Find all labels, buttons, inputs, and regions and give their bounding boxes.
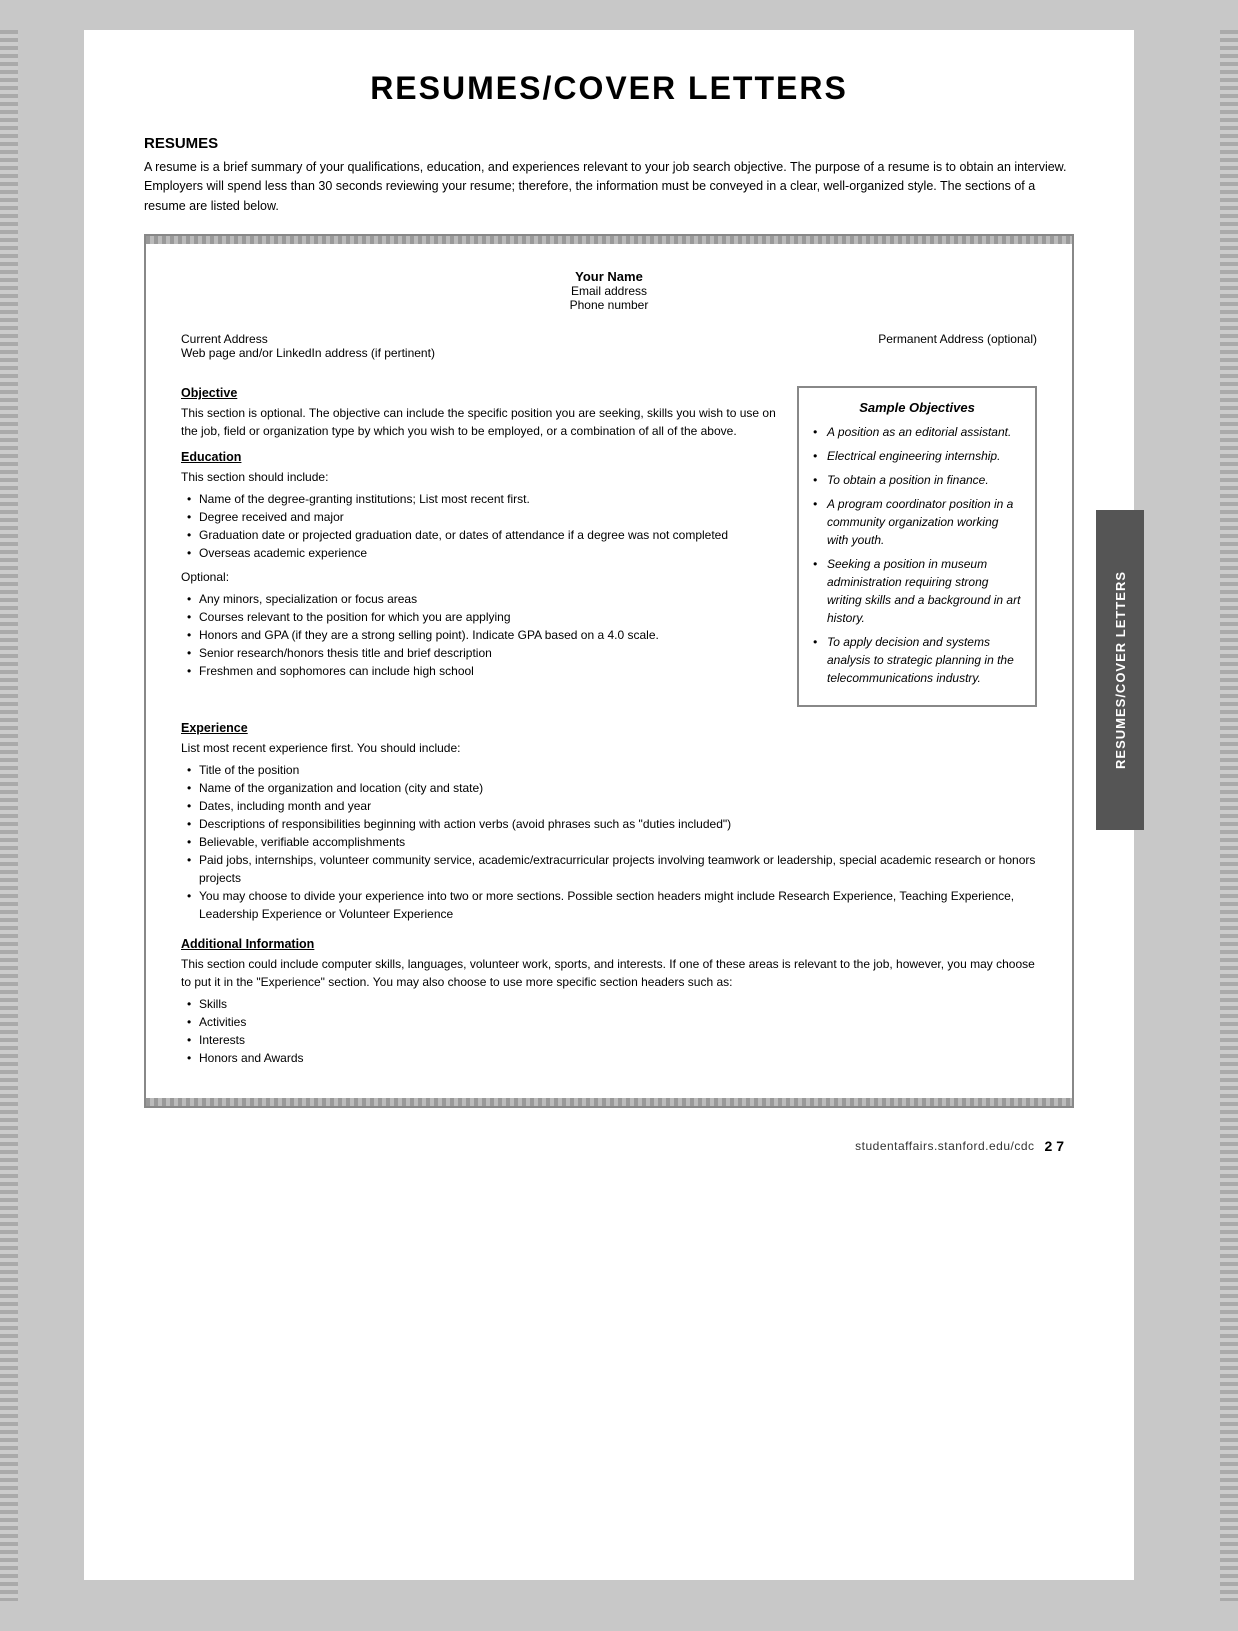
objective-text: This section is optional. The objective … (181, 404, 779, 440)
exp-bullet-2: Name of the organization and location (c… (191, 779, 1037, 797)
current-address-label: Current Address (181, 332, 435, 346)
sample-obj-5: Seeking a position in museum administrat… (813, 555, 1021, 627)
sample-obj-6: To apply decision and systems analysis t… (813, 633, 1021, 687)
additional-list: Skills Activities Interests Honors and A… (181, 995, 1037, 1067)
page-title: RESUMES/COVER LETTERS (144, 70, 1074, 107)
sample-objectives-list: A position as an editorial assistant. El… (813, 423, 1021, 687)
sample-objectives-title: Sample Objectives (813, 400, 1021, 415)
side-tab-text: RESUMES/COVER LETTERS (1113, 571, 1128, 769)
education-intro: This section should include: (181, 468, 779, 486)
education-bullet-3: Graduation date or projected graduation … (191, 526, 779, 544)
education-opt-bullet-5: Freshmen and sophomores can include high… (191, 662, 779, 680)
additional-section: Additional Information This section coul… (181, 937, 1037, 1067)
resume-left-col: Objective This section is optional. The … (181, 376, 779, 707)
exp-bullet-5: Believable, verifiable accomplishments (191, 833, 1037, 851)
experience-section: Experience List most recent experience f… (181, 721, 1037, 923)
resume-name: Your Name (181, 269, 1037, 284)
experience-title: Experience (181, 721, 1037, 735)
add-bullet-4: Honors and Awards (191, 1049, 1037, 1067)
intro-paragraph: A resume is a brief summary of your qual… (144, 158, 1074, 216)
permanent-address-label: Permanent Address (optional) (878, 332, 1037, 360)
sample-objectives-box: Sample Objectives A position as an edito… (797, 386, 1037, 707)
address-row: Current Address Web page and/or LinkedIn… (181, 332, 1037, 360)
resume-email: Email address (181, 284, 1037, 298)
exp-bullet-7: You may choose to divide your experience… (191, 887, 1037, 923)
objective-title: Objective (181, 386, 779, 400)
additional-title: Additional Information (181, 937, 1037, 951)
education-bullet-1: Name of the degree-granting institutions… (191, 490, 779, 508)
sample-obj-3: To obtain a position in finance. (813, 471, 1021, 489)
left-decorative-strip (0, 30, 18, 1601)
resume-right-col: Sample Objectives A position as an edito… (797, 376, 1037, 707)
experience-intro: List most recent experience first. You s… (181, 739, 1037, 757)
education-bullet-2: Degree received and major (191, 508, 779, 526)
sample-obj-2: Electrical engineering internship. (813, 447, 1021, 465)
education-optional-label: Optional: (181, 568, 779, 586)
education-opt-bullet-4: Senior research/honors thesis title and … (191, 644, 779, 662)
page-footer: studentaffairs.stanford.edu/cdc 2 7 (144, 1138, 1074, 1154)
footer-url: studentaffairs.stanford.edu/cdc (855, 1139, 1034, 1153)
border-strip-bottom (146, 1098, 1072, 1106)
add-bullet-2: Activities (191, 1013, 1037, 1031)
exp-bullet-6: Paid jobs, internships, volunteer commun… (191, 851, 1037, 887)
add-bullet-3: Interests (191, 1031, 1037, 1049)
main-content: RESUMES/COVER LETTERS RESUMES/COVER LETT… (84, 30, 1134, 1580)
current-address-block: Current Address Web page and/or LinkedIn… (181, 332, 435, 360)
right-decorative-strip (1220, 30, 1238, 1601)
education-opt-bullet-1: Any minors, specialization or focus area… (191, 590, 779, 608)
add-bullet-1: Skills (191, 995, 1037, 1013)
sample-obj-4: A program coordinator position in a comm… (813, 495, 1021, 549)
resume-two-col: Objective This section is optional. The … (181, 376, 1037, 707)
education-opt-bullet-2: Courses relevant to the position for whi… (191, 608, 779, 626)
resume-box: Your Name Email address Phone number Cur… (144, 234, 1074, 1108)
footer-page: 2 7 (1045, 1138, 1064, 1154)
education-required-list: Name of the degree-granting institutions… (181, 490, 779, 562)
experience-list: Title of the position Name of the organi… (181, 761, 1037, 923)
resume-inner: Your Name Email address Phone number Cur… (146, 244, 1072, 1098)
exp-bullet-4: Descriptions of responsibilities beginni… (191, 815, 1037, 833)
resume-phone: Phone number (181, 298, 1037, 312)
web-label: Web page and/or LinkedIn address (if per… (181, 346, 435, 360)
education-optional-list: Any minors, specialization or focus area… (181, 590, 779, 680)
side-tab: RESUMES/COVER LETTERS (1096, 510, 1144, 830)
border-strip-top (146, 236, 1072, 244)
resume-header: Your Name Email address Phone number (181, 269, 1037, 312)
resumes-section-header: RESUMES (144, 135, 1074, 152)
sample-obj-1: A position as an editorial assistant. (813, 423, 1021, 441)
education-opt-bullet-3: Honors and GPA (if they are a strong sel… (191, 626, 779, 644)
intro-section: RESUMES A resume is a brief summary of y… (144, 135, 1074, 216)
education-bullet-4: Overseas academic experience (191, 544, 779, 562)
additional-text: This section could include computer skil… (181, 955, 1037, 991)
page-container: RESUMES/COVER LETTERS RESUMES/COVER LETT… (0, 0, 1238, 1631)
exp-bullet-3: Dates, including month and year (191, 797, 1037, 815)
education-title: Education (181, 450, 779, 464)
exp-bullet-1: Title of the position (191, 761, 1037, 779)
